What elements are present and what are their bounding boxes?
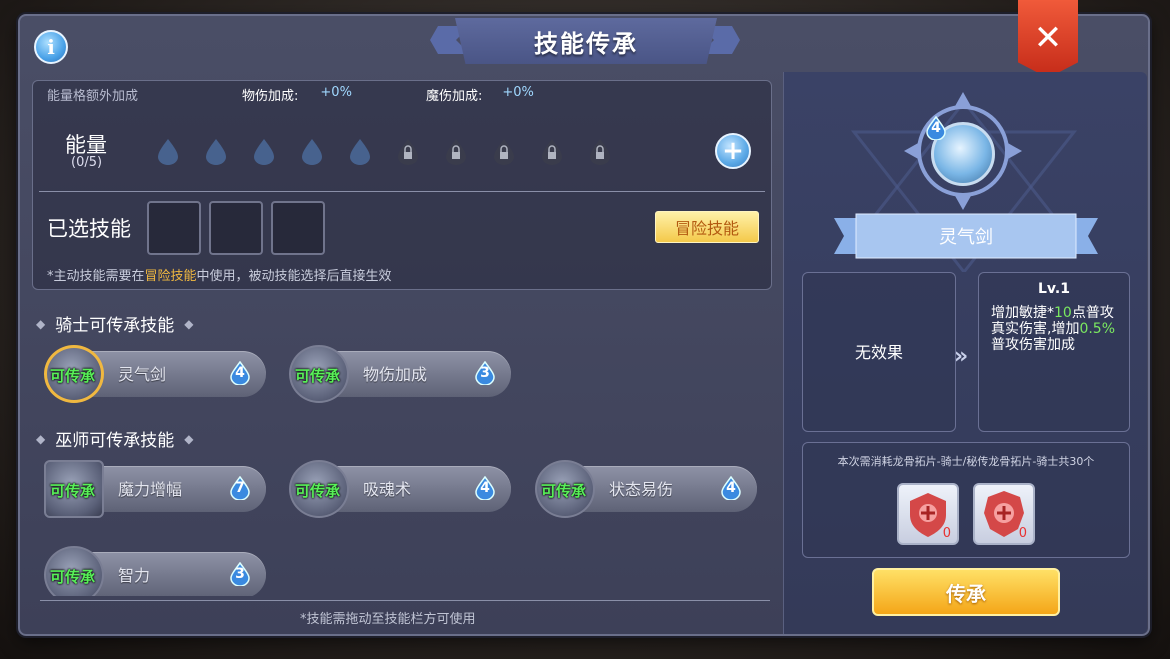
skill-item-intelligence[interactable]: 可传承 智力 3 <box>44 546 266 596</box>
energy-cost-badge: 4 <box>473 476 497 500</box>
energy-cost-badge: 3 <box>473 361 497 385</box>
energy-cost-badge: 3 <box>228 562 252 586</box>
divider <box>40 600 770 601</box>
drag-hint: *技能需拖动至技能栏方可使用 <box>300 612 476 627</box>
section-title-text: 骑士可传承技能 <box>55 316 175 336</box>
skill-detail-panel: 4 灵气剑 无效果 » Lv.1 增加敏捷*10点普攻真实伤害,增加0.5%普攻… <box>783 72 1147 634</box>
skill-detail-name: 灵气剑 <box>939 227 993 248</box>
energy-cost-badge: 4 <box>719 476 743 500</box>
dragon-bone-rubbing-icon[interactable]: 0 <box>897 483 959 545</box>
effect-number: 10 <box>1054 305 1072 321</box>
energy-drop-icon <box>249 136 279 166</box>
next-effect-box: Lv.1 增加敏捷*10点普攻真实伤害,增加0.5%普攻伤害加成 <box>978 272 1130 432</box>
selected-skills-note: *主动技能需要在冒险技能中使用，被动技能选择后直接生效 <box>47 265 392 284</box>
knight-section-title: ◆ 骑士可传承技能 ◆ <box>36 311 193 336</box>
magic-bonus-label: 魔伤加成: <box>425 89 483 104</box>
phys-bonus-value: +0% <box>320 85 352 100</box>
energy-cost: 4 <box>931 120 941 136</box>
energy-cost-badge: 4 <box>924 116 948 140</box>
skill-name: 吸魂术 <box>363 480 412 499</box>
inheritable-tag: 可传承 <box>50 568 96 586</box>
item-quantity: 0 <box>1018 526 1027 541</box>
diamond-icon: ◆ <box>36 316 46 331</box>
selected-skill-slot[interactable] <box>271 201 325 255</box>
locked-energy-drop-icon <box>537 136 567 166</box>
magic-bonus-value: +0% <box>502 85 534 100</box>
locked-energy-drop-icon <box>489 136 519 166</box>
effect-text-part: 增加敏捷* <box>991 305 1054 321</box>
page-title: 技能传承 <box>534 29 638 58</box>
energy-cost: 3 <box>480 365 490 381</box>
skill-name: 物伤加成 <box>363 365 428 384</box>
skill-item-spirit-sword[interactable]: 可传承 灵气剑 4 <box>44 345 266 403</box>
inheritable-tag: 可传承 <box>541 482 587 500</box>
double-arrow-icon: » <box>954 344 969 369</box>
skill-item-magic-amplify[interactable]: 可传承 魔力增幅 7 <box>44 460 266 518</box>
note-prefix: *主动技能需要在 <box>47 269 145 284</box>
inherit-button[interactable]: 传承 <box>872 568 1060 616</box>
effect-number: 0.5% <box>1079 321 1116 337</box>
energy-cost: 3 <box>235 566 245 582</box>
title-banner: 技能传承 <box>455 18 717 64</box>
next-level-label: Lv.1 <box>1038 281 1070 297</box>
item-quantity: 0 <box>942 526 951 541</box>
bonus-row: 能量格额外加成 物伤加成: +0% 魔伤加成: +0% <box>47 85 534 104</box>
energy-cost: 4 <box>726 480 736 496</box>
current-effect-box: 无效果 <box>802 272 956 432</box>
locked-energy-drop-icon <box>441 136 471 166</box>
locked-energy-drop-icon <box>585 136 615 166</box>
diamond-icon: ◆ <box>36 431 46 446</box>
diamond-icon: ◆ <box>184 316 194 331</box>
selected-skill-slot[interactable] <box>147 201 201 255</box>
divider <box>39 191 765 192</box>
skill-name: 状态易伤 <box>609 480 674 499</box>
energy-cost: 4 <box>235 365 245 381</box>
energy-panel: 能量格额外加成 物伤加成: +0% 魔伤加成: +0% 能量 (0/5) + 已… <box>32 80 772 290</box>
energy-count: (0/5) <box>71 155 103 170</box>
skill-item-status-vulnerable[interactable]: 可传承 状态易伤 4 <box>535 460 757 518</box>
energy-cost-badge: 7 <box>228 476 252 500</box>
adventure-skill-button[interactable]: 冒险技能 <box>655 211 759 243</box>
diamond-icon: ◆ <box>184 431 194 446</box>
inheritable-tag: 可传承 <box>50 367 96 385</box>
secret-dragon-bone-rubbing-icon[interactable]: 0 <box>973 483 1035 545</box>
energy-cost: 4 <box>480 480 490 496</box>
bonus-label: 能量格额外加成 <box>47 89 139 104</box>
skill-item-soul-drain[interactable]: 可传承 吸魂术 4 <box>289 460 511 518</box>
note-suffix: 中使用，被动技能选择后直接生效 <box>196 269 392 284</box>
effect-text-part: 普攻伤害加成 <box>991 337 1075 353</box>
material-cost-box: 本次需消耗龙骨拓片-骑士/秘传龙骨拓片-骑士共30个 0 0 <box>802 442 1130 558</box>
material-cost-text: 本次需消耗龙骨拓片-骑士/秘传龙骨拓片-骑士共30个 <box>837 455 1095 468</box>
skill-name: 灵气剑 <box>118 365 167 384</box>
current-effect: 无效果 <box>854 343 903 362</box>
note-highlight: 冒险技能 <box>144 269 197 284</box>
wizard-section-title: ◆ 巫师可传承技能 ◆ <box>36 426 193 451</box>
energy-drop-icon <box>345 136 375 166</box>
close-button[interactable]: ✕ <box>1018 0 1078 78</box>
phys-bonus-label: 物伤加成: <box>242 89 299 104</box>
energy-cost-badge: 4 <box>228 361 252 385</box>
energy-cost: 7 <box>235 480 245 496</box>
inheritable-tag: 可传承 <box>295 367 341 385</box>
energy-drop-icon <box>297 136 327 166</box>
inheritable-tag: 可传承 <box>295 482 341 500</box>
skill-item-physical-bonus[interactable]: 可传承 物伤加成 3 <box>289 345 511 403</box>
selected-skill-slot[interactable] <box>209 201 263 255</box>
add-energy-button[interactable]: + <box>715 133 751 169</box>
locked-energy-drop-icon <box>393 136 423 166</box>
energy-drop-icon <box>201 136 231 166</box>
next-effect-text: 增加敏捷*10点普攻真实伤害,增加0.5%普攻伤害加成 <box>991 305 1119 353</box>
inheritable-tag: 可传承 <box>50 482 96 500</box>
info-icon[interactable]: i <box>34 30 68 64</box>
skill-name: 智力 <box>118 566 151 585</box>
selected-skills-label: 已选技能 <box>47 217 131 241</box>
skill-name: 魔力增幅 <box>118 480 183 499</box>
energy-drop-icon <box>153 136 183 166</box>
section-title-text: 巫师可传承技能 <box>55 431 175 451</box>
